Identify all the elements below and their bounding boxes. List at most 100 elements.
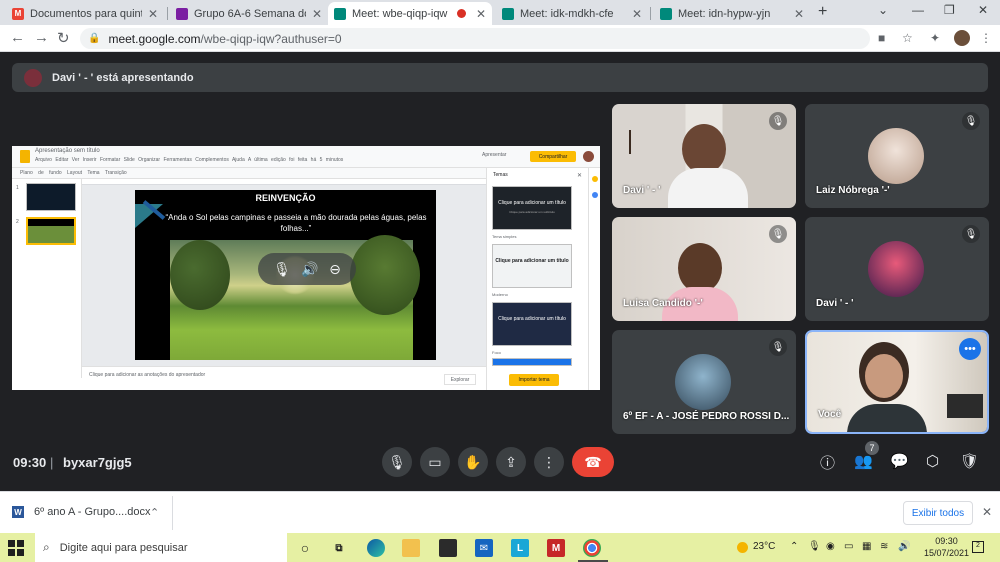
participant-tile[interactable]: 🎙 Davi ' - ' <box>805 217 989 321</box>
tab-meet-wbe[interactable]: Meet: wbe-qiqp-iqw ✕ <box>328 2 492 25</box>
video-icon: ▭ <box>428 453 442 470</box>
chrome-icon[interactable] <box>583 539 601 557</box>
weather-icon <box>737 542 748 553</box>
file-explorer-icon[interactable] <box>402 539 420 557</box>
chat-icon[interactable]: 💬 <box>890 452 909 470</box>
close-tab-icon[interactable]: ✕ <box>632 7 642 21</box>
mic-off-icon: 🎙 <box>769 225 787 243</box>
camera-icon[interactable]: ■ <box>878 31 885 45</box>
separator: | <box>50 455 54 470</box>
edge-icon[interactable] <box>367 539 385 557</box>
gmail-icon: M <box>12 7 24 20</box>
tab-search-icon[interactable]: ⌄ <box>878 3 888 17</box>
camera-tray-icon[interactable]: ◉ <box>826 541 835 552</box>
more-options-icon[interactable]: ••• <box>959 338 981 360</box>
participant-name: Luisa Candido '-' <box>623 298 703 309</box>
tab-grupo[interactable]: Grupo 6A-6 Semana do Carnaval ✕ <box>170 2 328 25</box>
slides-logo-icon <box>20 150 30 163</box>
mic-tray-icon[interactable]: 🎙 <box>808 541 821 552</box>
url-field[interactable]: 🔒 meet.google.com/wbe-qiqp-iqw?authuser=… <box>80 28 870 49</box>
more-options-button[interactable]: ⋮ <box>534 447 564 477</box>
temperature[interactable]: 23°C <box>753 541 775 552</box>
people-count-badge: 7 <box>865 441 879 455</box>
chevron-up-icon[interactable]: ⌃ <box>150 506 159 519</box>
battery-icon[interactable]: ▭ <box>844 541 853 552</box>
meet-icon <box>502 7 514 20</box>
close-tab-icon[interactable]: ✕ <box>794 7 804 21</box>
star-icon[interactable]: ☆ <box>902 31 913 45</box>
restore-icon[interactable]: ❐ <box>944 3 955 17</box>
raise-hand-button[interactable]: ✋ <box>458 447 488 477</box>
tab-documentos[interactable]: M Documentos para quinta-feira ✕ <box>6 2 164 25</box>
network-icon[interactable]: ▦ <box>862 541 871 552</box>
search-icon: ⌕ <box>43 540 50 554</box>
close-tab-icon[interactable]: ✕ <box>148 7 158 21</box>
participant-tile[interactable]: 🎙 Luisa Candido '-' <box>612 217 796 321</box>
volume-icon[interactable]: 🔊 <box>898 541 910 552</box>
chevron-up-icon[interactable]: ⌃ <box>790 541 798 552</box>
mic-off-icon: 🎙 <box>769 338 787 356</box>
meeting-code: byxar7gjg5 <box>63 455 132 470</box>
close-icon[interactable]: ✕ <box>982 505 992 519</box>
forward-icon[interactable]: → <box>34 29 49 46</box>
wifi-icon[interactable]: ≋ <box>880 541 888 552</box>
stop-icon[interactable]: ⊖ <box>329 261 341 278</box>
participant-name: Davi ' - ' <box>816 298 854 309</box>
participant-video <box>682 124 726 174</box>
taskbar-clock[interactable]: 09:30 15/07/2021 <box>924 535 969 559</box>
activities-icon[interactable]: ⬡ <box>926 452 939 470</box>
tab-label: Meet: wbe-qiqp-iqw <box>352 7 448 20</box>
participant-tile[interactable]: 🎙 Davi ' - ' <box>612 104 796 208</box>
participant-tile[interactable]: 🎙 Laiz Nóbrega '-' <box>805 104 989 208</box>
slides-menu: Arquivo Editar Ver Inserir Formatar Slid… <box>35 157 344 163</box>
taskbar-search-field[interactable]: ⌕ Digite aqui para pesquisar <box>35 533 287 562</box>
tab-label: Documentos para quinta-feira <box>30 7 142 20</box>
close-tab-icon[interactable]: ✕ <box>312 7 322 21</box>
extensions-icon[interactable]: ✦ <box>930 31 940 45</box>
close-window-icon[interactable]: ✕ <box>978 3 988 17</box>
camera-button[interactable]: ▭ <box>420 447 450 477</box>
menu-icon[interactable]: ⋮ <box>980 31 992 45</box>
microphone-button[interactable]: 🎙 <box>382 447 412 477</box>
participant-tile[interactable]: 🎙 6º EF - A - JOSÉ PEDRO ROSSI D... <box>612 330 796 434</box>
windows-start-icon[interactable] <box>8 540 24 556</box>
phone-hangup-icon: ☎ <box>584 453 602 470</box>
tab-meet-idk[interactable]: Meet: idk-mdkh-cfe ✕ <box>496 2 648 25</box>
host-controls-icon[interactable]: 🛡 <box>960 452 979 470</box>
divider <box>172 496 173 530</box>
mic-off-icon[interactable]: 🎙 <box>273 261 291 278</box>
download-filename: 6º ano A - Grupo....docx <box>34 506 151 518</box>
presentation-controls: 🎙 🔊 ⊖ <box>258 253 356 285</box>
notifications-icon[interactable]: 2 <box>972 541 984 553</box>
present-button[interactable]: ⇪ <box>496 447 526 477</box>
task-view-icon[interactable]: ⧉ <box>330 539 348 557</box>
download-item[interactable]: W 6º ano A - Grupo....docx <box>12 506 151 518</box>
explore-button: Explorar <box>444 374 476 385</box>
self-tile[interactable]: ••• Você <box>805 330 989 434</box>
minimize-icon[interactable]: — <box>912 3 924 17</box>
theme-card: Clique para adicionar um título <box>492 302 572 346</box>
show-all-button[interactable]: Exibir todos <box>903 501 973 525</box>
store-icon[interactable] <box>439 539 457 557</box>
recording-icon <box>456 9 466 18</box>
cortana-icon[interactable]: ○ <box>296 539 314 557</box>
tab-label: Meet: idn-hypw-yjn <box>678 7 771 20</box>
profile-avatar[interactable] <box>954 30 970 46</box>
participant-name: Davi ' - ' <box>623 185 661 196</box>
windows-taskbar: ⌕ Digite aqui para pesquisar ○ ⧉ ✉ L M 2… <box>0 533 1000 562</box>
forms-icon <box>176 7 188 20</box>
volume-icon[interactable]: 🔊 <box>301 261 318 278</box>
back-icon[interactable]: ← <box>10 29 25 46</box>
close-tab-icon[interactable]: ✕ <box>476 7 486 21</box>
l-app-icon[interactable]: L <box>511 539 529 557</box>
info-icon[interactable]: ⓘ <box>820 452 835 473</box>
new-tab-button[interactable]: + <box>818 3 827 21</box>
tab-meet-idn[interactable]: Meet: idn-hypw-yjn ✕ <box>654 2 810 25</box>
meet-icon <box>334 7 346 20</box>
end-call-button[interactable]: ☎ <box>572 447 614 477</box>
mcafee-icon[interactable]: M <box>547 539 565 557</box>
mic-off-icon: 🎙 <box>962 112 980 130</box>
mail-icon[interactable]: ✉ <box>475 539 493 557</box>
reload-icon[interactable]: ↻ <box>57 29 70 47</box>
tab-separator <box>650 7 651 20</box>
